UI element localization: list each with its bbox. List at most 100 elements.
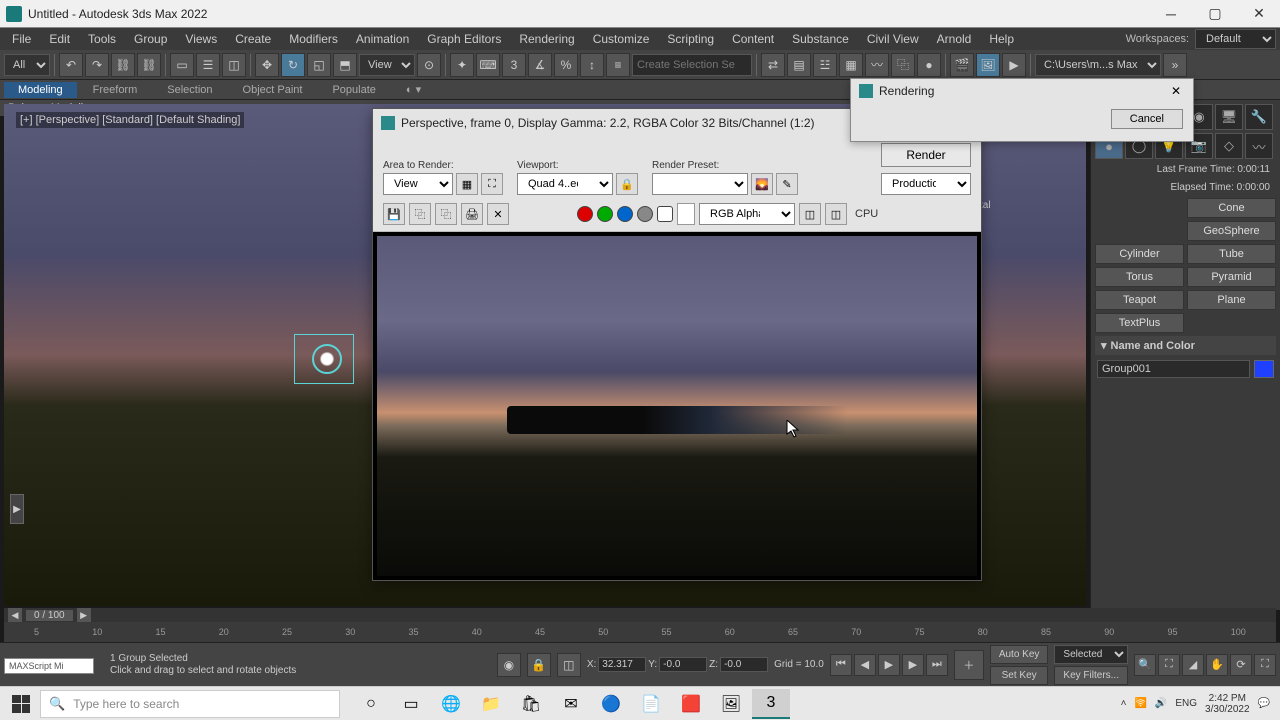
set-key-big-icon[interactable]: ＋ [954,650,984,680]
ribbon-toggle-icon[interactable]: ◐ ▾ [392,81,435,98]
angle-snap-icon[interactable]: ∡ [528,53,552,77]
transform-type-icon[interactable]: ◫ [557,653,581,677]
channel-mono-icon[interactable] [657,206,673,222]
workspace-selector[interactable]: Default [1195,29,1276,49]
schematic-icon[interactable]: ⿻ [891,53,915,77]
redo-icon[interactable]: ↷ [85,53,109,77]
coord-x-input[interactable] [598,657,646,672]
render-frame-icon[interactable]: 🖼 [976,53,1000,77]
set-key-button[interactable]: Set Key [990,666,1049,685]
isolate-icon[interactable]: ◉ [497,653,521,677]
maxscript-listener[interactable] [4,658,94,674]
time-ruler[interactable]: 5 10 15 20 25 30 35 40 45 50 55 60 65 70… [4,622,1276,642]
time-slider-left-icon[interactable]: ◀ [8,608,22,622]
task-store-icon[interactable]: 🛍 [512,689,550,719]
object-color-swatch[interactable] [1254,360,1274,378]
task-edge-icon[interactable]: 🌐 [432,689,470,719]
helpers-cat-icon[interactable]: ◇ [1215,133,1243,159]
project-path[interactable]: C:\Users\m...s Max 2022 [1035,54,1161,76]
time-slider-frame[interactable]: 0 / 100 [26,610,73,621]
rendering-dialog-close[interactable]: ✕ [1167,82,1185,100]
render-setup-icon[interactable]: 🎬 [950,53,974,77]
next-frame-icon[interactable]: ▶ [902,654,924,676]
ribbon-freeform[interactable]: Freeform [79,82,152,98]
menu-civil-view[interactable]: Civil View [859,30,927,48]
channel-red-icon[interactable] [577,206,593,222]
snap-toggle-icon[interactable]: 3 [502,53,526,77]
region-icon[interactable]: ◫ [222,53,246,77]
task-3dsmax-icon[interactable]: 3 [752,689,790,719]
toggle-overlay-icon[interactable]: ◫ [799,203,821,225]
manip-icon[interactable]: ✦ [450,53,474,77]
task-app1-icon[interactable]: 🟥 [672,689,710,719]
material-editor-icon[interactable]: ● [917,53,941,77]
print-image-icon[interactable]: 🖨 [461,203,483,225]
scale-icon[interactable]: ◱ [307,53,331,77]
menu-graph-editors[interactable]: Graph Editors [419,30,509,48]
swatch-icon[interactable] [677,203,695,225]
menu-scripting[interactable]: Scripting [659,30,722,48]
toggle-ui-icon[interactable]: ◫ [825,203,847,225]
menu-rendering[interactable]: Rendering [511,30,582,48]
select-object-icon[interactable]: ▭ [170,53,194,77]
menu-views[interactable]: Views [177,30,225,48]
tray-chevron-icon[interactable]: ˄ [1121,698,1127,709]
play-icon[interactable]: ▶ [878,654,900,676]
ribbon-modeling[interactable]: Modeling [4,82,77,98]
tray-date[interactable]: 3/30/2022 [1205,704,1250,715]
close-button[interactable]: ✕ [1244,4,1274,24]
keyboard-icon[interactable]: ⌨ [476,53,500,77]
vp-pan-icon[interactable]: ✋ [1206,654,1228,676]
ribbon-selection[interactable]: Selection [153,82,226,98]
curve-editor-icon[interactable]: 〰 [865,53,889,77]
utilities-tab-icon[interactable]: 🔧 [1245,104,1273,130]
maximize-button[interactable]: ▢ [1200,4,1230,24]
task-mail-icon[interactable]: ✉ [552,689,590,719]
ref-coord-system[interactable]: View [359,54,415,76]
task-explorer-icon[interactable]: 📁 [472,689,510,719]
object-name-input[interactable] [1097,360,1250,378]
task-chrome-icon[interactable]: 🔵 [592,689,630,719]
task-view-icon[interactable]: ▭ [392,689,430,719]
lock-selection-icon[interactable]: 🔒 [527,653,551,677]
task-cortana-icon[interactable]: ○ [352,689,390,719]
tray-lang[interactable]: ENG [1175,698,1197,709]
coord-z-input[interactable] [720,657,768,672]
coord-y-input[interactable] [659,657,707,672]
channel-alpha-icon[interactable] [637,206,653,222]
move-icon[interactable]: ✥ [255,53,279,77]
save-image-icon[interactable]: 💾 [383,203,405,225]
channel-blue-icon[interactable] [617,206,633,222]
viewport-expand-icon[interactable]: ▶ [10,494,24,524]
render-prod-icon[interactable]: ▶ [1002,53,1026,77]
obj-textplus[interactable]: TextPlus [1095,313,1184,333]
render-mode-select[interactable]: Production [881,173,971,195]
menu-arnold[interactable]: Arnold [929,30,980,48]
menu-customize[interactable]: Customize [585,30,658,48]
edit-named-icon[interactable]: ≡ [606,53,630,77]
menu-content[interactable]: Content [724,30,782,48]
vp-orbit-icon[interactable]: ⟳ [1230,654,1252,676]
spacewarps-cat-icon[interactable]: 〰 [1245,133,1273,159]
vp-zoom-icon[interactable]: 🔍 [1134,654,1156,676]
percent-snap-icon[interactable]: % [554,53,578,77]
prev-frame-icon[interactable]: ◀ [854,654,876,676]
menu-help[interactable]: Help [981,30,1022,48]
obj-torus[interactable]: Torus [1095,267,1184,287]
tray-volume-icon[interactable]: 🔊 [1155,698,1167,709]
spinner-snap-icon[interactable]: ↕ [580,53,604,77]
taskbar-search[interactable]: 🔍 Type here to search [40,690,340,718]
auto-region-icon[interactable]: ⛶ [481,173,503,195]
channel-select[interactable]: RGB Alpha [699,203,795,225]
unlink-icon[interactable]: ⛓ [137,53,161,77]
obj-cone[interactable]: Cone [1187,198,1276,218]
area-to-render-select[interactable]: View [383,173,453,195]
tray-network-icon[interactable]: 🛜 [1134,698,1146,709]
obj-geosphere[interactable]: GeoSphere [1187,221,1276,241]
task-photos-icon[interactable]: 🖼 [712,689,750,719]
menu-create[interactable]: Create [227,30,279,48]
clear-image-icon[interactable]: ✕ [487,203,509,225]
viewport-select[interactable]: Quad 4..ective [517,173,613,195]
menu-substance[interactable]: Substance [784,30,857,48]
viewport-label[interactable]: [+] [Perspective] [Standard] [Default Sh… [16,112,244,128]
